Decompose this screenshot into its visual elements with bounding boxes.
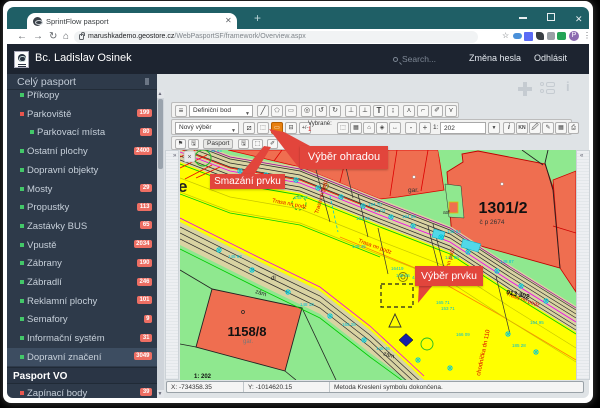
svg-text:153 71: 153 71 (441, 306, 455, 311)
svg-text:dl: dl (271, 276, 276, 282)
svg-text:166 09: 166 09 (456, 332, 470, 337)
svg-text:gar.: gar. (243, 339, 253, 345)
svg-text:185 28: 185 28 (512, 343, 526, 348)
svg-text:16419: 16419 (391, 266, 404, 271)
svg-text:145 06: 145 06 (396, 273, 410, 278)
svg-text:145 16: 145 16 (294, 195, 308, 200)
svg-text:194 54: 194 54 (402, 214, 416, 219)
svg-text:č p 2674: č p 2674 (480, 219, 505, 226)
svg-text:194 70: 194 70 (368, 202, 382, 207)
svg-text:1301/2: 1301/2 (479, 200, 528, 217)
svg-text:148 84: 148 84 (447, 229, 461, 234)
svg-text:165 71: 165 71 (436, 300, 450, 305)
svg-text:194 54: 194 54 (356, 216, 370, 221)
svg-text:165 28: 165 28 (342, 322, 356, 327)
svg-text:145 93: 145 93 (228, 254, 242, 259)
svg-text:1: 202: 1: 202 (194, 374, 212, 380)
svg-text:148 87: 148 87 (500, 259, 514, 264)
svg-text:146 93: 146 93 (208, 150, 222, 153)
svg-text:148 10: 148 10 (300, 302, 314, 307)
svg-text:asf: asf (443, 210, 450, 216)
svg-text:164 95: 164 95 (530, 320, 544, 325)
svg-text:16 03: 16 03 (374, 208, 386, 213)
svg-text:×: × (187, 154, 191, 161)
svg-text:1158/8: 1158/8 (227, 324, 266, 339)
svg-text:148 46: 148 46 (376, 346, 390, 351)
svg-text:e: e (180, 177, 187, 196)
svg-text:gar.: gar. (408, 187, 419, 194)
